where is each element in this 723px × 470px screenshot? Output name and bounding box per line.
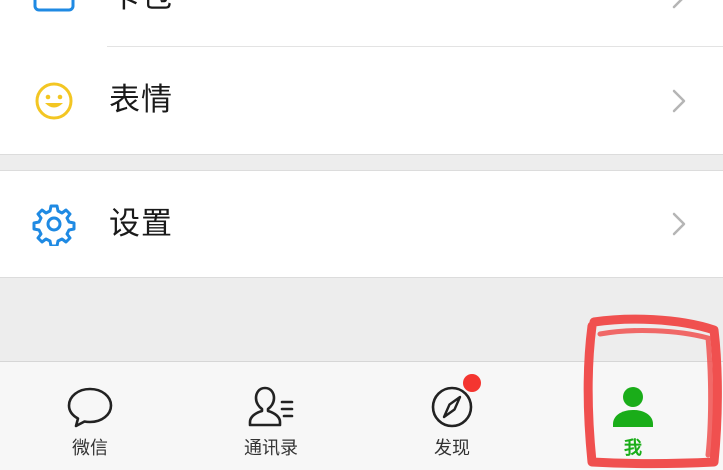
menu-item-card-pack[interactable]: 卡包	[0, 0, 723, 42]
menu-section-1: 卡包 表情	[0, 0, 723, 154]
tab-label: 微信	[72, 438, 108, 459]
chevron-right-icon	[672, 0, 683, 9]
menu-item-label: 卡包	[109, 0, 173, 17]
chat-bubble-icon	[67, 387, 113, 428]
tab-label: 我	[624, 438, 642, 459]
section-divider	[0, 277, 723, 278]
menu-section-2: 设置	[0, 171, 723, 277]
section-divider	[0, 154, 723, 155]
menu-item-settings[interactable]: 设置	[0, 171, 723, 277]
tab-chats[interactable]: 微信	[30, 362, 150, 470]
menu-item-stickers[interactable]: 表情	[0, 47, 723, 154]
chevron-right-icon	[672, 212, 686, 236]
gear-icon	[32, 204, 76, 246]
contacts-icon	[248, 386, 294, 427]
bottom-tab-bar: 微信 通讯录 发现 我	[0, 361, 723, 470]
person-icon	[613, 387, 653, 427]
tab-label: 发现	[434, 438, 470, 459]
card-pack-icon	[33, 0, 75, 12]
tab-me[interactable]: 我	[573, 362, 693, 470]
tab-contacts[interactable]: 通讯录	[211, 362, 331, 470]
tab-discover[interactable]: 发现	[392, 362, 512, 470]
tab-label: 通讯录	[244, 438, 298, 459]
smiley-icon	[35, 82, 73, 120]
menu-item-label: 表情	[109, 82, 173, 118]
menu-item-label: 设置	[109, 206, 173, 242]
notification-badge	[463, 374, 481, 392]
chevron-right-icon	[672, 89, 686, 113]
